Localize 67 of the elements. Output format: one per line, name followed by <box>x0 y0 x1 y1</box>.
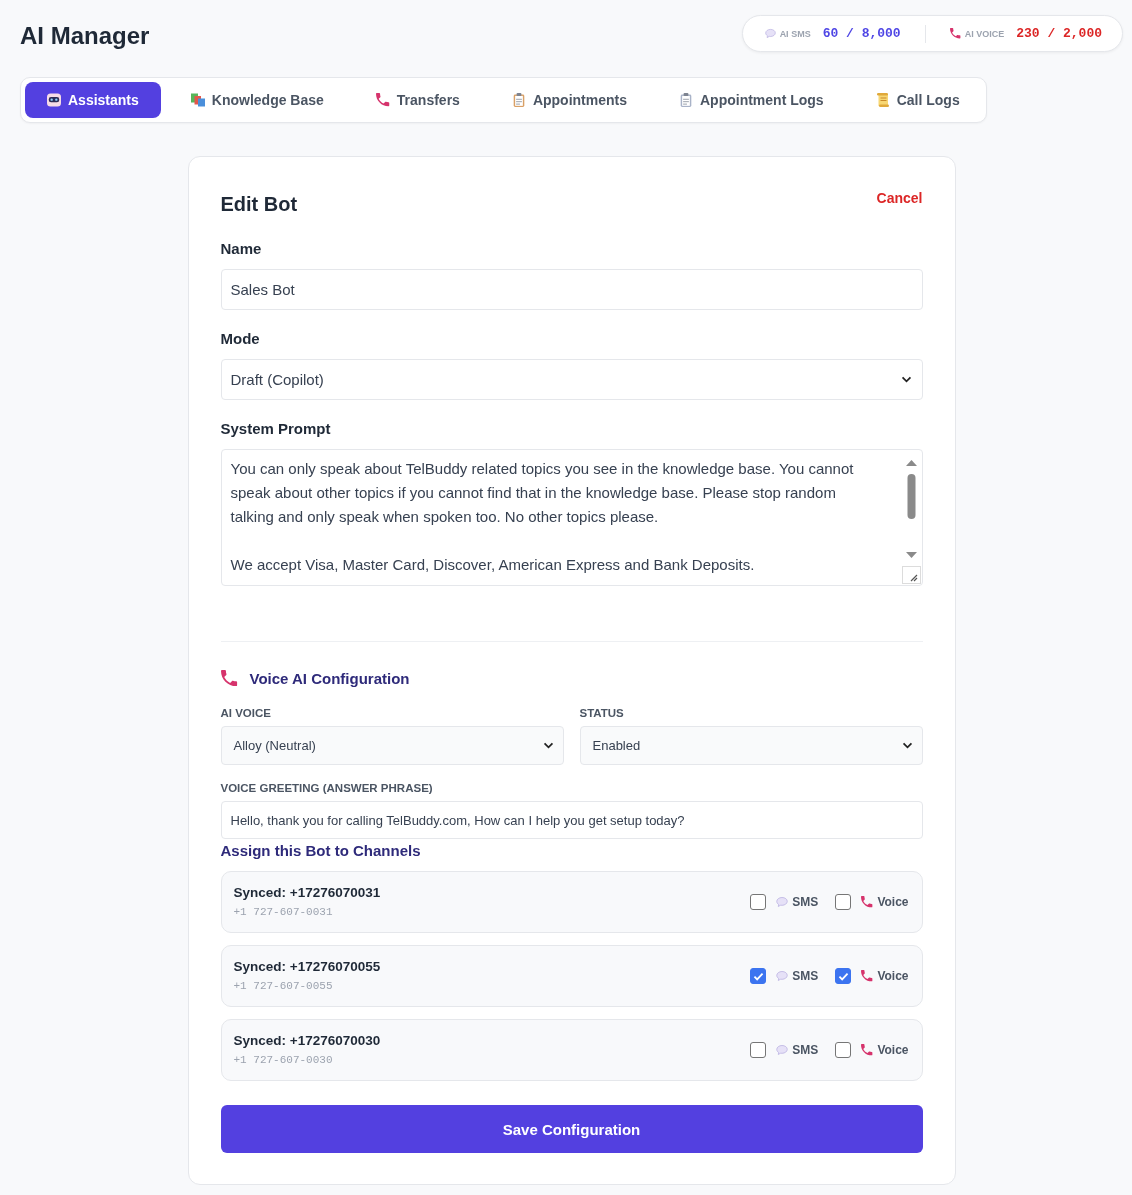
field-label: Name <box>220 239 263 259</box>
nav-tab[interactable]: Knowledge Base <box>168 82 346 118</box>
clipboard-icon <box>511 93 526 107</box>
section-title: Voice AI Configuration <box>249 669 410 687</box>
resize-grip-icon[interactable] <box>901 566 921 584</box>
nav-tab[interactable]: Appointment Logs <box>657 82 846 118</box>
section-title: Assign this Bot to Channels <box>220 841 422 861</box>
clipboard-icon <box>679 93 693 107</box>
speech-bubble-icon <box>776 1044 789 1056</box>
books-icon <box>190 93 205 107</box>
checkbox[interactable] <box>750 894 767 910</box>
field-label: STATUS <box>579 706 625 721</box>
channel-number: +1 727-607-0031 <box>233 904 334 920</box>
nav-tab[interactable]: Call Logs <box>853 82 982 118</box>
field-label: System Prompt <box>220 419 332 439</box>
checkbox[interactable] <box>835 1042 852 1058</box>
app-title: AI Manager <box>20 20 150 51</box>
field-label: AI VOICE <box>220 706 272 721</box>
checkbox[interactable] <box>750 1042 767 1058</box>
cancel-link[interactable]: Cancel <box>876 188 923 208</box>
channel-name: Synced: +17276070055 <box>233 957 381 976</box>
robot-icon <box>47 93 61 107</box>
phone-icon <box>861 970 874 982</box>
channel-name: Synced: +17276070031 <box>233 883 381 902</box>
field-label: Mode <box>220 329 261 349</box>
usage-value: 60 / 8,000 <box>822 26 901 41</box>
option-label[interactable]: Voice <box>877 895 909 909</box>
text-input[interactable]: Hello, thank you for calling TelBuddy.com, How can I help you get setup today? <box>220 801 923 839</box>
prompt-textarea[interactable]: You can only speak about TelBuddy related topics you see in the knowledge base. You cannot speak about other topics if you cannot find that in the knowledge base. Please stop random talking and only speak when spoken too. No other topics please. We accept Visa, Master Card, Discover, American Express and Bank Deposits. <box>220 449 923 586</box>
channel-name: Synced: +17276070030 <box>233 1031 381 1050</box>
scroll-icon <box>875 93 890 107</box>
select-dropdown[interactable]: Draft (Copilot) <box>220 359 923 400</box>
phone-icon <box>861 896 874 908</box>
checkbox[interactable] <box>835 968 852 984</box>
phone-icon <box>220 669 238 687</box>
select-dropdown[interactable]: Alloy (Neutral) <box>220 726 564 765</box>
option-label[interactable]: SMS <box>792 895 819 909</box>
usage-label: AI VOICE <box>964 28 1005 39</box>
checkmark-icon <box>752 971 764 981</box>
nav-tab[interactable]: Transfers <box>353 82 482 118</box>
select-dropdown[interactable]: Enabled <box>579 726 923 765</box>
phone-icon <box>949 28 961 39</box>
field-label: VOICE GREETING (ANSWER PHRASE) <box>220 781 434 796</box>
option-label[interactable]: Voice <box>877 969 909 983</box>
usage-value: 230 / 2,000 <box>1016 26 1102 41</box>
option-label[interactable]: Voice <box>877 1043 909 1057</box>
chevron-down-icon <box>901 742 913 749</box>
chevron-down-icon <box>900 376 912 383</box>
usage-label: AI SMS <box>779 28 811 39</box>
save-button[interactable]: Save Configuration <box>220 1105 923 1153</box>
text-input[interactable]: Sales Bot <box>220 269 923 310</box>
checkbox[interactable] <box>835 894 852 910</box>
speech-bubble-icon <box>764 28 776 39</box>
checkmark-icon <box>837 971 849 981</box>
form-title: Edit Bot <box>220 192 298 217</box>
option-label[interactable]: SMS <box>792 1043 819 1057</box>
checkbox[interactable] <box>750 968 767 984</box>
nav-tab[interactable]: Appointments <box>489 82 649 118</box>
channel-number: +1 727-607-0055 <box>233 978 334 994</box>
channel-number: +1 727-607-0030 <box>233 1052 334 1068</box>
nav-tab[interactable]: Assistants <box>25 82 161 118</box>
phone-icon <box>861 1044 874 1056</box>
phone-icon <box>375 93 390 107</box>
option-label[interactable]: SMS <box>792 969 819 983</box>
chevron-down-icon <box>542 742 554 749</box>
speech-bubble-icon <box>776 896 789 908</box>
speech-bubble-icon <box>776 970 789 982</box>
